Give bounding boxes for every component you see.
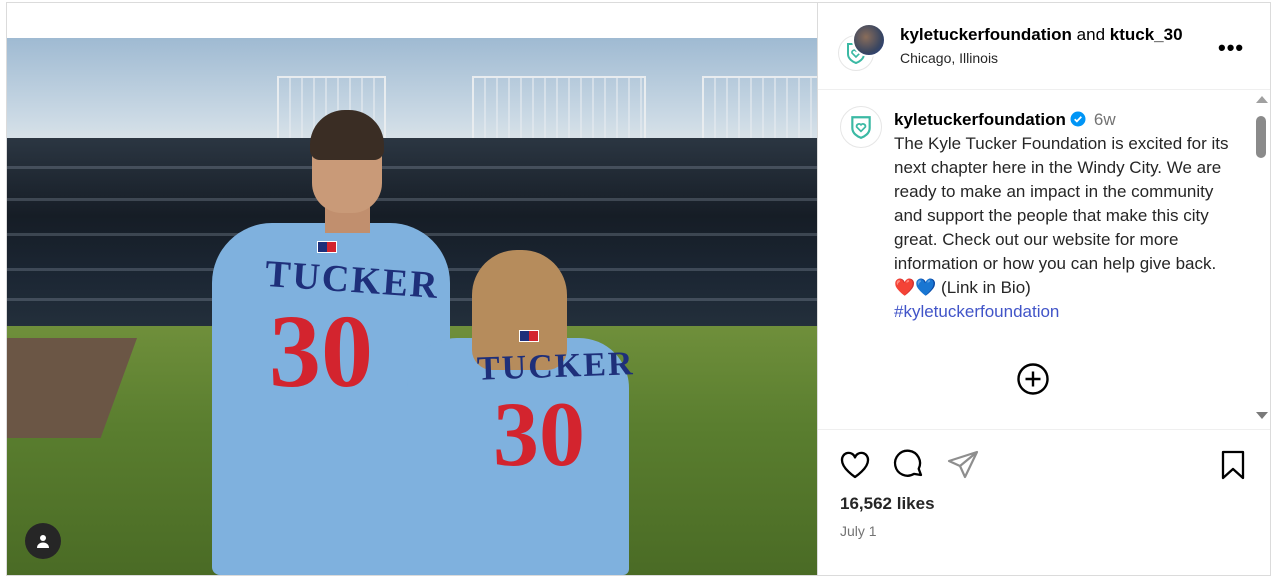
post-sidebar: kyletuckerfoundation and ktuck_30 Chicag…: [817, 3, 1270, 575]
post-dialog: TUCKER 30 TUCKER 30 kyletuckerfoundation…: [6, 2, 1271, 576]
foundation-logo-icon: [851, 116, 871, 139]
share-icon[interactable]: [946, 448, 980, 482]
caption-time[interactable]: 6w: [1094, 110, 1116, 129]
post-date[interactable]: July 1: [840, 523, 877, 539]
caption-scrollbar[interactable]: [1252, 90, 1270, 430]
jersey-number-man: 30: [269, 294, 373, 409]
caption-username[interactable]: kyletuckerfoundation: [894, 110, 1066, 129]
post-authors: kyletuckerfoundation and ktuck_30: [900, 25, 1183, 45]
add-comment-icon[interactable]: [1016, 362, 1050, 396]
authors-connector: and: [1076, 25, 1106, 44]
post-actions: 16,562 likes July 1: [818, 429, 1270, 575]
photo-sky: [7, 38, 817, 148]
mlb-logo: [317, 241, 337, 253]
scroll-down-arrow[interactable]: [1256, 412, 1268, 419]
post-header: kyletuckerfoundation and ktuck_30 Chicag…: [818, 3, 1270, 90]
owner-username[interactable]: kyletuckerfoundation: [900, 25, 1072, 44]
bookmark-icon[interactable]: [1216, 448, 1250, 482]
scroll-up-arrow[interactable]: [1256, 96, 1268, 103]
caption-text: The Kyle Tucker Foundation is excited fo…: [894, 134, 1229, 297]
caption-body: kyletuckerfoundation 6w The Kyle Tucker F…: [894, 108, 1234, 324]
collaborator-avatar[interactable]: [852, 23, 886, 57]
user-tag-button[interactable]: [25, 523, 61, 559]
caption-section: kyletuckerfoundation 6w The Kyle Tucker F…: [818, 90, 1270, 430]
heart-icon[interactable]: [838, 448, 872, 482]
caption-avatar[interactable]: [840, 106, 882, 148]
post-media: TUCKER 30 TUCKER 30: [7, 3, 817, 575]
likes-count[interactable]: 16,562 likes: [840, 494, 935, 514]
more-options-icon[interactable]: •••: [1218, 37, 1244, 59]
user-tag-icon: [37, 535, 49, 548]
caption-hashtag[interactable]: #kyletuckerfoundation: [894, 302, 1059, 321]
post-photo[interactable]: TUCKER 30 TUCKER 30: [7, 38, 817, 575]
mlb-logo: [519, 330, 539, 342]
scroll-thumb[interactable]: [1256, 116, 1266, 158]
collaborator-username[interactable]: ktuck_30: [1110, 25, 1183, 44]
post-location[interactable]: Chicago, Illinois: [900, 50, 998, 66]
comment-icon[interactable]: [892, 448, 926, 482]
verified-badge-icon: [1070, 111, 1086, 127]
collab-avatars[interactable]: [838, 21, 886, 71]
jersey-number-girl: 30: [493, 383, 585, 485]
